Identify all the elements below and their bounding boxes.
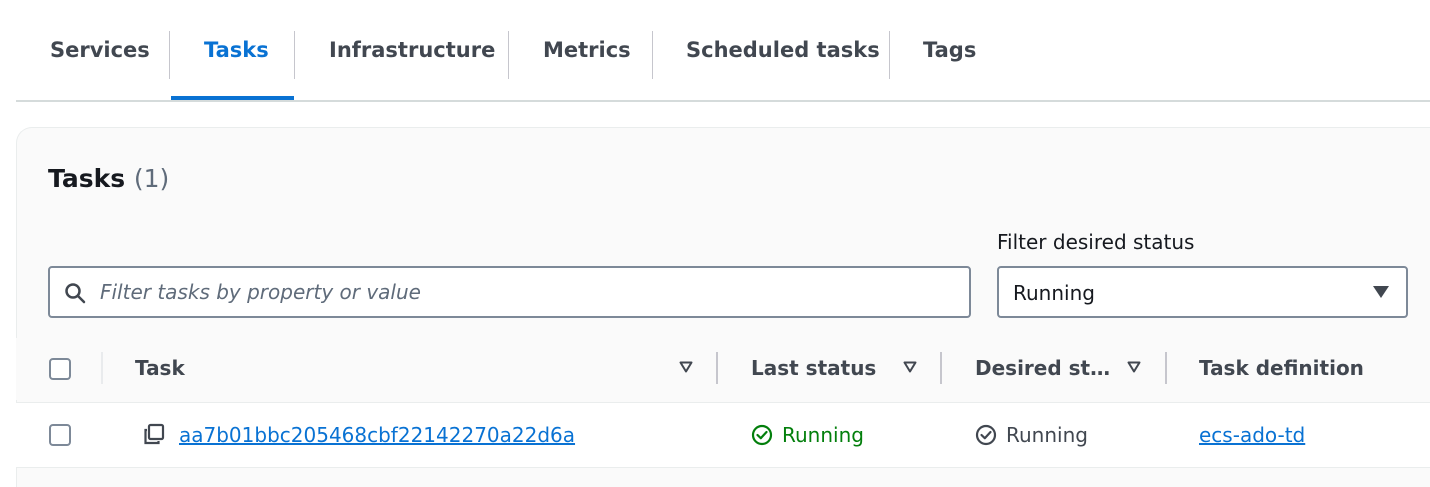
- copy-icon[interactable]: [143, 423, 165, 445]
- desired-status-select[interactable]: Running: [997, 266, 1408, 318]
- panel-title: Tasks (1): [48, 164, 169, 193]
- sort-caret-icon[interactable]: [679, 361, 693, 373]
- check-circle-icon: [751, 424, 773, 446]
- column-divider[interactable]: [1165, 352, 1167, 384]
- column-divider: [101, 352, 103, 384]
- active-tab-indicator: [171, 96, 294, 100]
- column-header-task[interactable]: Task: [135, 356, 185, 380]
- column-divider[interactable]: [716, 352, 718, 384]
- filter-desired-status-label: Filter desired status: [997, 230, 1195, 254]
- tab-infrastructure[interactable]: Infrastructure: [329, 0, 495, 100]
- desired-status-select-value: Running: [1013, 281, 1095, 305]
- tab-divider: [294, 31, 295, 79]
- search-icon: [65, 283, 86, 304]
- tab-services[interactable]: Services: [50, 0, 150, 100]
- tab-tasks[interactable]: Tasks: [204, 0, 269, 100]
- check-circle-outline-icon: [975, 424, 997, 446]
- tab-divider: [652, 31, 653, 79]
- column-header-desired-status[interactable]: Desired st…: [975, 356, 1110, 380]
- column-header-last-status[interactable]: Last status: [751, 356, 876, 380]
- select-all-checkbox[interactable]: [49, 358, 71, 380]
- task-count: (1): [133, 164, 170, 193]
- tab-scheduled-tasks[interactable]: Scheduled tasks: [686, 0, 880, 100]
- tab-divider: [889, 31, 890, 79]
- sort-caret-icon[interactable]: [903, 361, 917, 373]
- panel-title-text: Tasks: [48, 164, 126, 193]
- last-status-value: Running: [782, 423, 864, 447]
- task-id-link[interactable]: aa7b01bbc205468cbf22142270a22d6a: [179, 423, 575, 447]
- row-checkbox[interactable]: [49, 424, 71, 446]
- column-header-task-definition: Task definition: [1199, 356, 1364, 380]
- tab-divider: [508, 31, 509, 79]
- task-definition-link[interactable]: ecs-ado-td: [1199, 423, 1305, 447]
- caret-down-icon: [1373, 286, 1389, 298]
- tab-divider: [169, 31, 170, 79]
- tab-tags[interactable]: Tags: [923, 0, 976, 100]
- sort-caret-icon[interactable]: [1127, 361, 1141, 373]
- column-divider[interactable]: [940, 352, 942, 384]
- tab-metrics[interactable]: Metrics: [543, 0, 631, 100]
- search-field[interactable]: [48, 266, 971, 318]
- desired-status-value: Running: [1006, 423, 1088, 447]
- search-input[interactable]: [100, 278, 960, 306]
- tab-bar: Services Tasks Infrastructure Metrics Sc…: [16, 0, 1430, 102]
